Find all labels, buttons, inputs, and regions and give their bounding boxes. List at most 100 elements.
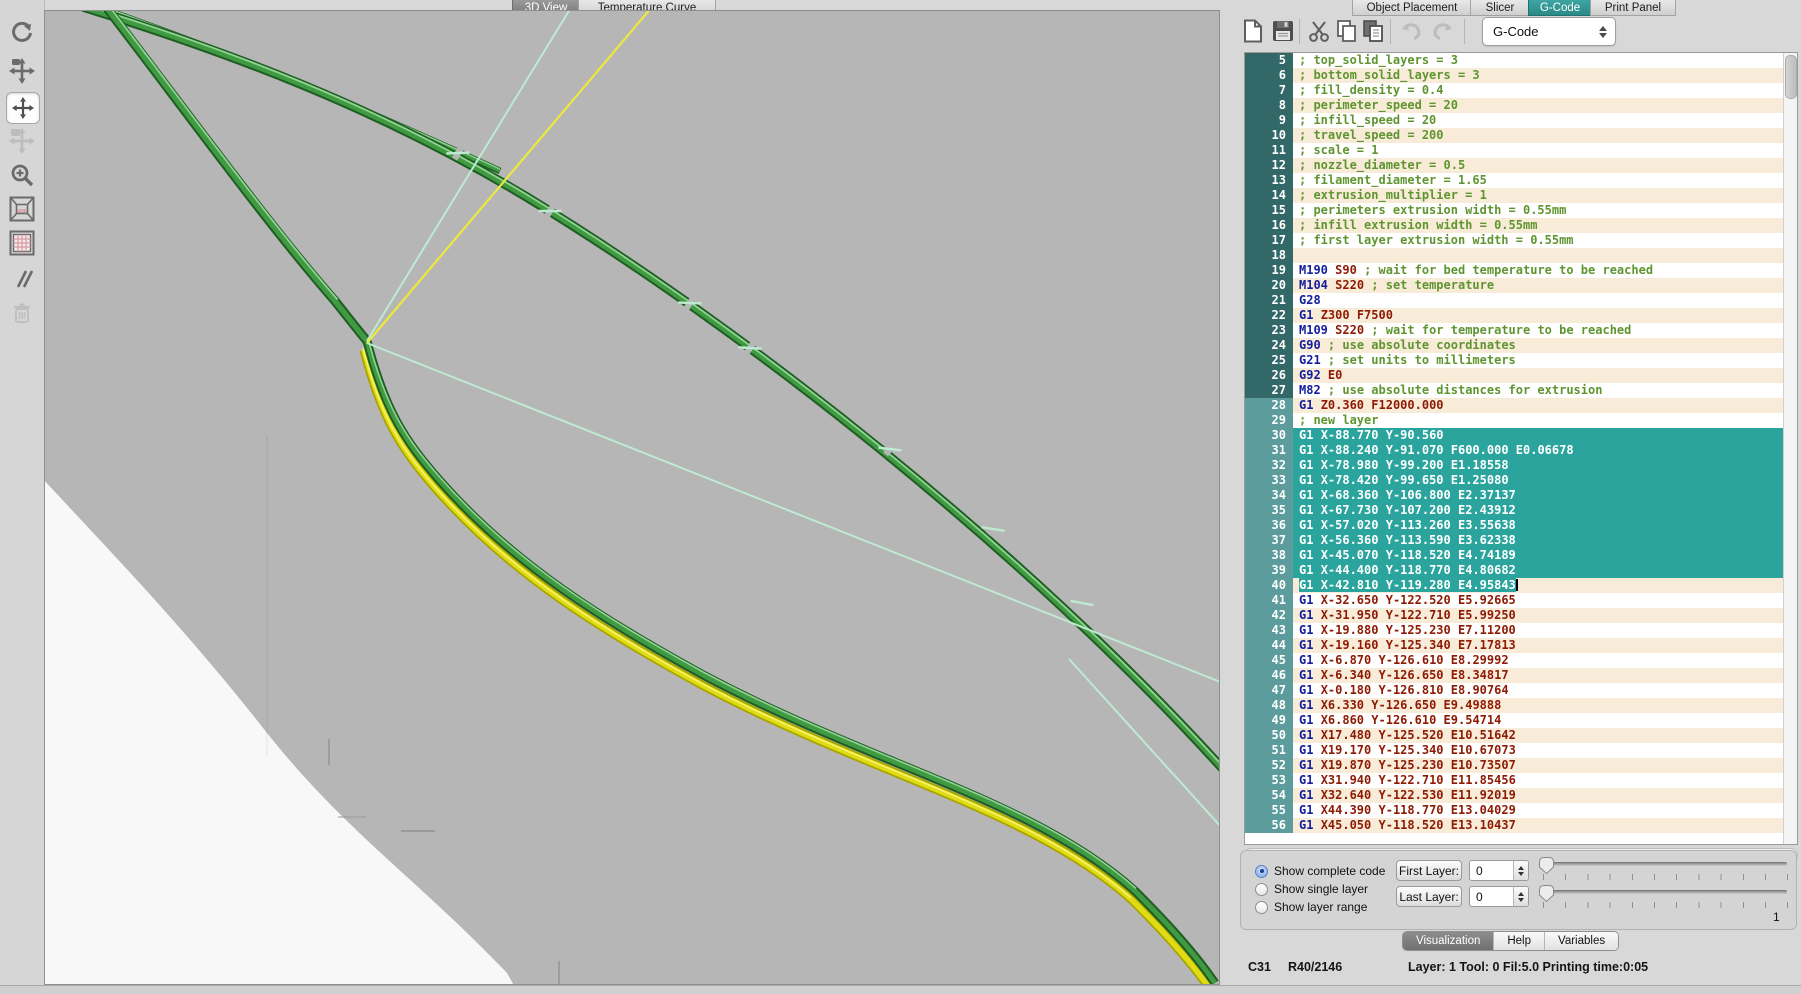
gcode-line[interactable]: 21G28 [1245,293,1797,308]
radio-show-complete-code[interactable]: Show complete code [1255,864,1385,878]
slider-track[interactable] [1541,862,1787,866]
gcode-line[interactable]: 5; top_solid_layers = 3 [1245,53,1797,68]
radio-icon[interactable] [1255,865,1268,878]
gcode-line[interactable]: 27M82 ; use absolute distances for extru… [1245,383,1797,398]
gcode-editor[interactable]: 5; top_solid_layers = 36; bottom_solid_l… [1244,52,1798,845]
move-object-locked-icon[interactable] [9,128,35,154]
3d-viewport[interactable] [44,10,1220,985]
gcode-line[interactable]: 39G1 X-44.400 Y-118.770 E4.80682 [1245,563,1797,578]
gcode-line[interactable]: 25G21 ; set units to millimeters [1245,353,1797,368]
cut-icon[interactable] [1306,18,1332,44]
copy-icon[interactable] [1334,18,1360,44]
last-layer-value[interactable]: 0 [1470,887,1513,906]
gcode-line[interactable]: 24G90 ; use absolute coordinates [1245,338,1797,353]
slider-thumb[interactable] [1538,856,1555,875]
gcode-line[interactable]: 36G1 X-57.020 Y-113.260 E3.55638 [1245,518,1797,533]
slider-track[interactable] [1541,890,1787,894]
gcode-line[interactable]: 45G1 X-6.870 Y-126.610 E8.29992 [1245,653,1797,668]
tab-variables[interactable]: Variables [1544,932,1618,950]
gcode-line[interactable]: 37G1 X-56.360 Y-113.590 E3.62338 [1245,533,1797,548]
radio-icon[interactable] [1255,883,1268,896]
editor-vertical-scrollbar[interactable] [1783,53,1797,844]
rotate-view-icon[interactable] [9,20,35,46]
move-object-button[interactable] [6,92,40,124]
delete-object-icon[interactable] [9,300,35,326]
save-icon[interactable] [1270,18,1296,44]
gcode-line[interactable]: 9; infill_speed = 20 [1245,113,1797,128]
last-layer-slider[interactable] [1541,889,1787,895]
tab-help[interactable]: Help [1493,932,1544,950]
gcode-line[interactable]: 18 [1245,248,1797,263]
gcode-line[interactable]: 33G1 X-78.420 Y-99.650 E1.25080 [1245,473,1797,488]
gcode-line[interactable]: 19M190 S90 ; wait for bed temperature to… [1245,263,1797,278]
gcode-line[interactable]: 53G1 X31.940 Y-122.710 E11.85456 [1245,773,1797,788]
gcode-line[interactable]: 8; perimeter_speed = 20 [1245,98,1797,113]
perspective-view-icon[interactable] [9,196,35,222]
gcode-line[interactable]: 51G1 X19.170 Y-125.340 E10.67073 [1245,743,1797,758]
gcode-line[interactable]: 22G1 Z300 F7500 [1245,308,1797,323]
gcode-text: G1 X44.390 Y-118.770 E13.04029 [1293,803,1516,817]
gcode-line[interactable]: 44G1 X-19.160 Y-125.340 E7.17813 [1245,638,1797,653]
gcode-line[interactable]: 55G1 X44.390 Y-118.770 E13.04029 [1245,803,1797,818]
gcode-line[interactable]: 49G1 X6.860 Y-126.610 E9.54714 [1245,713,1797,728]
last-layer-spinner[interactable]: 0 [1469,886,1529,907]
gcode-line[interactable]: 14; extrusion_multiplier = 1 [1245,188,1797,203]
gcode-line[interactable]: 43G1 X-19.880 Y-125.230 E7.11200 [1245,623,1797,638]
gcode-line[interactable]: 10; travel_speed = 200 [1245,128,1797,143]
gcode-line[interactable]: 20M104 S220 ; set temperature [1245,278,1797,293]
move-viewpoint-icon[interactable] [9,58,35,84]
undo-icon[interactable] [1398,18,1424,44]
spinner-stepper-icon[interactable] [1513,861,1528,880]
gcode-line[interactable]: 38G1 X-45.070 Y-118.520 E4.74189 [1245,548,1797,563]
gcode-line[interactable]: 13; filament_diameter = 1.65 [1245,173,1797,188]
gcode-line[interactable]: 23M109 S220 ; wait for temperature to be… [1245,323,1797,338]
gcode-line[interactable]: 48G1 X6.330 Y-126.650 E9.49888 [1245,698,1797,713]
gcode-line[interactable]: 47G1 X-0.180 Y-126.810 E8.90764 [1245,683,1797,698]
first-layer-spinner[interactable]: 0 [1469,860,1529,881]
gcode-line[interactable]: 56G1 X45.050 Y-118.520 E13.10437 [1245,818,1797,833]
first-layer-value[interactable]: 0 [1470,861,1513,880]
gcode-line[interactable]: 6; bottom_solid_layers = 3 [1245,68,1797,83]
tab-object-placement[interactable]: Object Placement [1352,0,1472,16]
gcode-line[interactable]: 40G1 X-42.810 Y-119.280 E4.95843 [1245,578,1797,593]
gcode-line[interactable]: 17; first layer extrusion width = 0.55mm [1245,233,1797,248]
gcode-line[interactable]: 30G1 X-88.770 Y-90.560 [1245,428,1797,443]
gcode-line[interactable]: 11; scale = 1 [1245,143,1797,158]
gcode-line[interactable]: 28G1 Z0.360 F12000.000 [1245,398,1797,413]
gcode-line[interactable]: 52G1 X19.870 Y-125.230 E10.73507 [1245,758,1797,773]
gcode-line[interactable]: 35G1 X-67.730 Y-107.200 E2.43912 [1245,503,1797,518]
gcode-line[interactable]: 41G1 X-32.650 Y-122.520 E5.92665 [1245,593,1797,608]
new-file-icon[interactable] [1240,18,1266,44]
spinner-stepper-icon[interactable] [1513,887,1528,906]
gcode-line[interactable]: 32G1 X-78.980 Y-99.200 E1.18558 [1245,458,1797,473]
radio-show-single-layer[interactable]: Show single layer [1255,882,1368,896]
tab-slicer[interactable]: Slicer [1470,0,1530,16]
tab-gcode[interactable]: G-Code [1528,0,1592,16]
first-layer-slider[interactable] [1541,861,1787,867]
gcode-line[interactable]: 46G1 X-6.340 Y-126.650 E8.34817 [1245,668,1797,683]
parallel-projection-icon[interactable] [9,266,35,292]
tab-print-panel[interactable]: Print Panel [1590,0,1676,16]
radio-icon[interactable] [1255,901,1268,914]
gcode-line[interactable]: 54G1 X32.640 Y-122.530 E11.92019 [1245,788,1797,803]
slider-thumb[interactable] [1538,884,1555,903]
gcode-line[interactable]: 50G1 X17.480 Y-125.520 E10.51642 [1245,728,1797,743]
gcode-line[interactable]: 31G1 X-88.240 Y-91.070 F600.000 E0.06678 [1245,443,1797,458]
gcode-line[interactable]: 12; nozzle_diameter = 0.5 [1245,158,1797,173]
gcode-line[interactable]: 15; perimeters extrusion width = 0.55mm [1245,203,1797,218]
gcode-line[interactable]: 34G1 X-68.360 Y-106.800 E2.37137 [1245,488,1797,503]
scrollbar-thumb[interactable] [1785,55,1797,99]
radio-show-layer-range[interactable]: Show layer range [1255,900,1367,914]
gcode-line[interactable]: 7; fill_density = 0.4 [1245,83,1797,98]
gcode-file-dropdown[interactable]: G-Code [1482,17,1616,46]
paste-icon[interactable] [1360,18,1386,44]
top-view-icon[interactable] [9,230,35,256]
gcode-line[interactable]: 26G92 E0 [1245,368,1797,383]
tab-print-panel-label: Print Panel [1605,2,1661,14]
gcode-line[interactable]: 29; new layer [1245,413,1797,428]
redo-icon[interactable] [1430,18,1456,44]
gcode-line[interactable]: 42G1 X-31.950 Y-122.710 E5.99250 [1245,608,1797,623]
tab-visualization[interactable]: Visualization [1403,932,1493,950]
gcode-line[interactable]: 16; infill extrusion width = 0.55mm [1245,218,1797,233]
zoom-icon[interactable] [9,162,35,188]
